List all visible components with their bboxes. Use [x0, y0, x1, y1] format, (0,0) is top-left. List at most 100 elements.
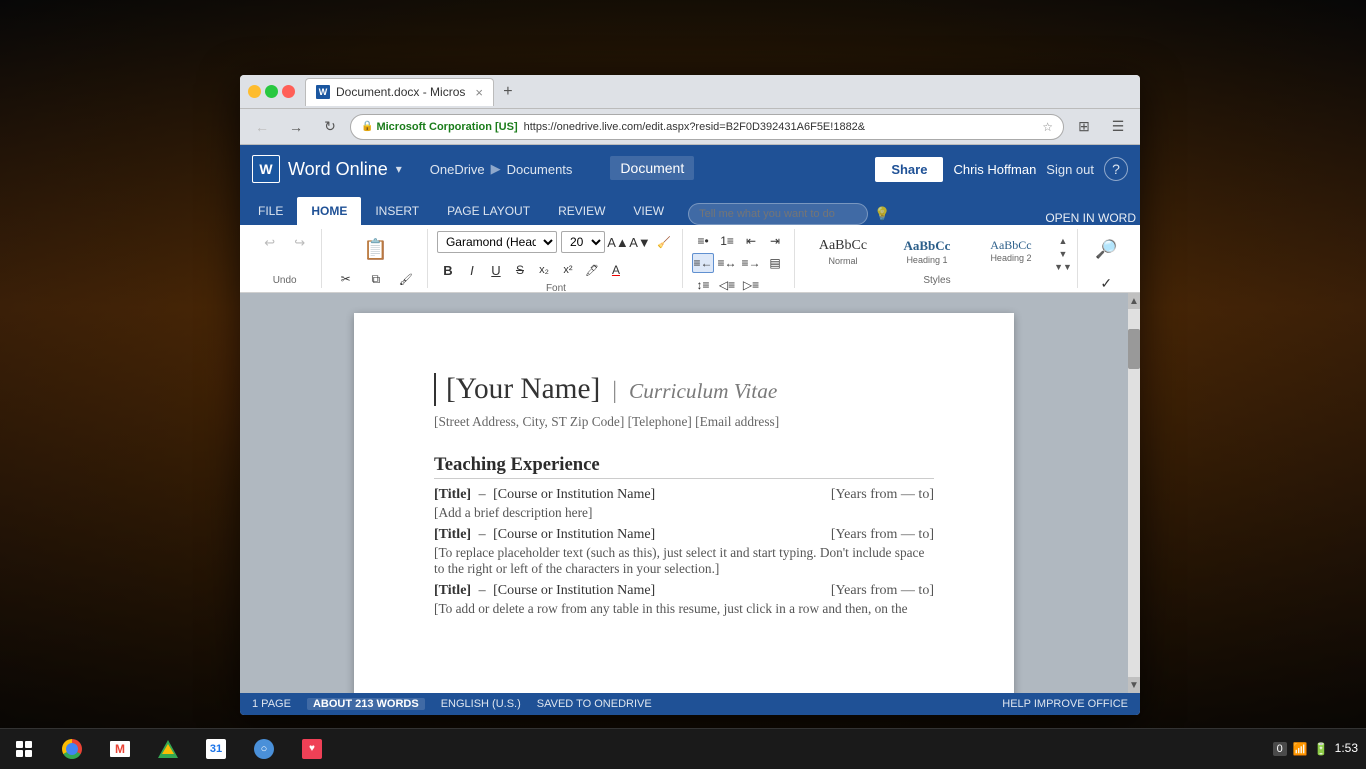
styles-more[interactable]: ▼▼: [1055, 261, 1071, 273]
lock-icon: 🔒: [361, 121, 373, 132]
taskbar-pocket[interactable]: ♥: [288, 729, 336, 769]
word-logo: W: [252, 155, 280, 183]
increase-indent-button[interactable]: ⇥: [764, 231, 786, 251]
tab-file[interactable]: FILE: [244, 197, 297, 225]
document-page[interactable]: [Your Name] | Curriculum Vitae [Street A…: [354, 313, 1014, 693]
italic-button[interactable]: I: [461, 259, 483, 281]
line-spacing-button[interactable]: ↕≡: [692, 275, 714, 295]
find-replace-button[interactable]: 🔎: [1088, 231, 1124, 267]
browser-titlebar: W Document.docx - Micros × +: [240, 75, 1140, 109]
clear-format-button[interactable]: 🧹: [653, 231, 675, 253]
tab-page-layout[interactable]: PAGE LAYOUT: [433, 197, 544, 225]
bold-button[interactable]: B: [437, 259, 459, 281]
font-family-selector[interactable]: Garamond (Headi: [437, 231, 557, 253]
redo-button[interactable]: ↪: [286, 231, 314, 255]
tab-home[interactable]: HOME: [297, 197, 361, 225]
font-size-selector[interactable]: 20: [561, 231, 605, 253]
paste-button[interactable]: 📋: [358, 231, 394, 267]
maximize-button[interactable]: [265, 85, 278, 98]
justify-button[interactable]: ▤: [764, 253, 786, 273]
taskbar-apps-grid[interactable]: [0, 729, 48, 769]
cut-copy-row: ✂ ⧉ 🖌: [332, 267, 420, 291]
forward-button[interactable]: →: [282, 113, 310, 141]
align-left-button[interactable]: ≡←: [692, 253, 714, 273]
tell-icons: 💡: [874, 206, 890, 222]
undo-button[interactable]: ↩: [256, 231, 284, 255]
bookmark-icon[interactable]: ☆: [1042, 120, 1053, 134]
browser-tab-active[interactable]: W Document.docx - Micros ×: [305, 78, 494, 106]
cut-button[interactable]: ✂: [332, 267, 360, 291]
editing-group: 🔎 ✓ Editing: [1080, 229, 1132, 288]
minimize-button[interactable]: [248, 85, 261, 98]
wifi-icon: 📶: [1293, 742, 1308, 756]
bullets-button[interactable]: ≡•: [692, 231, 714, 251]
style-heading1[interactable]: AaBbCc Heading 1: [887, 235, 967, 268]
styles-scroll-up[interactable]: ▲: [1055, 235, 1071, 247]
extensions-button[interactable]: ⊞: [1070, 113, 1098, 141]
doc-entry-2-desc: [To replace placeholder text (such as th…: [434, 545, 934, 577]
scroll-thumb[interactable]: [1128, 329, 1140, 369]
tab-close-button[interactable]: ×: [475, 85, 483, 100]
documents-link[interactable]: Documents: [507, 162, 573, 177]
document-scroll[interactable]: [Your Name] | Curriculum Vitae [Street A…: [240, 293, 1128, 693]
close-button[interactable]: [282, 85, 295, 98]
tab-bar: W Document.docx - Micros × +: [305, 75, 1132, 108]
strikethrough-button[interactable]: S: [509, 259, 531, 281]
decrease-font-button[interactable]: A▼: [631, 233, 649, 251]
superscript-button[interactable]: x²: [557, 259, 579, 281]
taskbar-gmail[interactable]: M: [96, 729, 144, 769]
scroll-up-button[interactable]: ▲: [1128, 293, 1140, 309]
vertical-scrollbar[interactable]: ▲ ▼: [1128, 293, 1140, 693]
document-cv-title: Curriculum Vitae: [629, 379, 777, 404]
copy-button[interactable]: ⧉: [362, 267, 390, 291]
rtl-button[interactable]: ▷≡: [740, 275, 762, 295]
new-tab-button[interactable]: +: [494, 78, 522, 106]
signout-link[interactable]: Sign out: [1046, 162, 1094, 177]
taskbar-calendar[interactable]: 31: [192, 729, 240, 769]
tab-favicon: W: [316, 85, 330, 99]
open-in-word-button[interactable]: OPEN IN WORD: [1045, 211, 1136, 225]
word-dropdown-icon[interactable]: ▾: [396, 162, 402, 176]
word-count[interactable]: ABOUT 213 WORDS: [307, 698, 425, 710]
underline-button[interactable]: U: [485, 259, 507, 281]
decrease-indent-button[interactable]: ⇤: [740, 231, 762, 251]
styles-scroll: ▲ ▼ ▼▼: [1055, 235, 1071, 273]
style-normal[interactable]: AaBbCc Normal: [803, 235, 883, 269]
doc-entry-3-title: [Title] – [Course or Institution Name]: [434, 583, 655, 599]
back-button[interactable]: ←: [248, 113, 276, 141]
taskbar-chrome[interactable]: [48, 729, 96, 769]
subscript-button[interactable]: x₂: [533, 259, 555, 281]
tab-review[interactable]: REVIEW: [544, 197, 619, 225]
style-heading2[interactable]: AaBbCc Heading 2: [971, 235, 1051, 266]
window-controls: [248, 85, 295, 98]
browser-menu-button[interactable]: ☰: [1104, 113, 1132, 141]
taskbar-drive[interactable]: [144, 729, 192, 769]
para-row-3: ↕≡ ◁≡ ▷≡: [692, 275, 786, 295]
taskbar-remote[interactable]: ○: [240, 729, 288, 769]
tell-input[interactable]: [688, 203, 868, 225]
highlight-button[interactable]: 🖊: [581, 259, 603, 281]
format-painter-button[interactable]: 🖌: [392, 267, 420, 291]
undo-row: ↩ ↪: [256, 231, 314, 255]
align-right-button[interactable]: ≡→: [740, 253, 762, 273]
tab-insert[interactable]: INSERT: [361, 197, 433, 225]
doc-entry-2-years: [Years from — to]: [831, 527, 934, 543]
address-bar[interactable]: 🔒 Microsoft Corporation [US] https://one…: [350, 114, 1064, 140]
onedrive-link[interactable]: OneDrive: [430, 162, 485, 177]
tab-title: Document.docx - Micros: [336, 85, 465, 99]
help-improve-link[interactable]: HELP IMPROVE OFFICE: [1002, 698, 1128, 710]
ltr-button[interactable]: ◁≡: [716, 275, 738, 295]
help-button[interactable]: ?: [1104, 157, 1128, 181]
align-center-button[interactable]: ≡↔: [716, 253, 738, 273]
styles-scroll-down[interactable]: ▼: [1055, 248, 1071, 260]
clipboard-group: 📋 ✂ ⧉ 🖌 Clipboard: [324, 229, 428, 288]
scroll-down-button[interactable]: ▼: [1128, 677, 1140, 693]
increase-font-button[interactable]: A▲: [609, 233, 627, 251]
tab-view[interactable]: VIEW: [619, 197, 678, 225]
share-button[interactable]: Share: [875, 157, 943, 182]
document-tab-label[interactable]: Document: [610, 156, 694, 180]
numbering-button[interactable]: 1≡: [716, 231, 738, 251]
autocorrect-button[interactable]: ✓: [1092, 271, 1120, 295]
reload-button[interactable]: ↻: [316, 113, 344, 141]
font-color-button[interactable]: A: [605, 259, 627, 281]
